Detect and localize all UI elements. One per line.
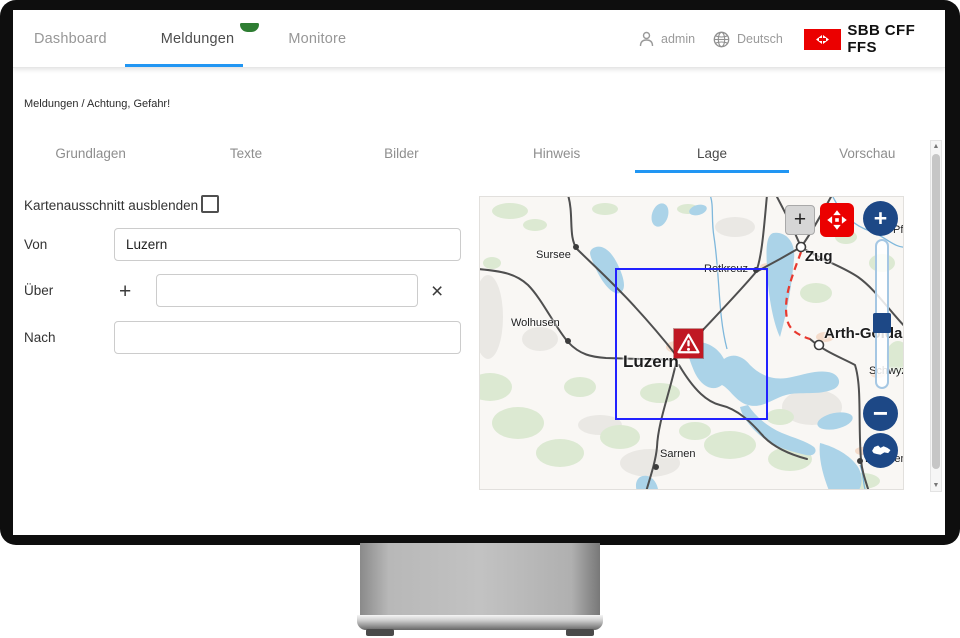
map-town-dot	[573, 244, 579, 250]
tab-bar: GrundlagenTexteBilderHinweisLageVorschau	[13, 140, 945, 169]
home-extent-button[interactable]	[863, 433, 898, 468]
map-town-dot	[653, 464, 659, 470]
tab-texte[interactable]: Texte	[168, 140, 323, 169]
map[interactable]: SurseeWolhusenRotkreuzZugArth-GoldauLuze…	[479, 196, 904, 490]
notification-badge	[240, 23, 259, 32]
monitor-stand	[360, 543, 600, 617]
map-label-sursee: Sursee	[536, 249, 571, 261]
nav-items: Dashboard Meldungen Monitore	[34, 10, 346, 68]
zoom-slider-thumb[interactable]	[873, 313, 891, 333]
tab-hinweis[interactable]: Hinweis	[479, 140, 634, 169]
ueber-label: Über	[24, 283, 53, 298]
von-label: Von	[24, 237, 47, 252]
map-label-zug: Zug	[805, 248, 833, 265]
pan-tool-button[interactable]	[820, 203, 854, 237]
scrollbar-thumb[interactable]	[932, 154, 940, 469]
language-menu[interactable]: Deutsch	[713, 10, 783, 68]
tab-bilder[interactable]: Bilder	[324, 140, 479, 169]
person-icon	[639, 31, 654, 47]
zoom-out-button[interactable]: −	[863, 396, 898, 431]
globe-icon	[713, 31, 730, 48]
map-label-sarnen: Sarnen	[660, 448, 695, 460]
monitor-stand-base	[357, 615, 603, 630]
screen: Dashboard Meldungen Monitore admin Deutsch	[13, 10, 945, 535]
sbb-logo-icon	[804, 29, 841, 50]
tab-vorschau[interactable]: Vorschau	[790, 140, 945, 169]
brand-text: SBB CFF FFS	[847, 22, 945, 56]
monitor-bezel: Dashboard Meldungen Monitore admin Deutsch	[0, 0, 960, 545]
box-zoom-button[interactable]: +	[785, 205, 815, 235]
scrollbar-up-icon[interactable]: ▲	[931, 141, 941, 152]
move-arrows-icon	[825, 208, 849, 232]
map-town-dot	[857, 458, 863, 464]
user-menu[interactable]: admin	[639, 10, 695, 68]
nav-item-meldungen[interactable]: Meldungen	[161, 31, 235, 47]
nav-item-monitore[interactable]: Monitore	[288, 31, 346, 47]
add-via-button[interactable]: +	[119, 281, 131, 302]
breadcrumb: Meldungen / Achtung, Gefahr!	[24, 98, 170, 110]
map-label-wolhusen: Wolhusen	[511, 317, 560, 329]
scrollbar-down-icon[interactable]: ▼	[931, 480, 941, 491]
hide-map-label: Kartenausschnitt ausblenden	[24, 198, 198, 213]
map-town-dot	[565, 338, 571, 344]
monitor-foot	[566, 629, 594, 636]
monitor-foot	[366, 629, 394, 636]
ueber-input[interactable]	[156, 274, 418, 307]
active-nav-underline	[125, 64, 243, 67]
switzerland-icon	[869, 443, 892, 458]
nav-item-dashboard[interactable]: Dashboard	[34, 31, 107, 47]
zoom-in-button[interactable]: +	[863, 201, 898, 236]
nach-label: Nach	[24, 330, 56, 345]
von-input[interactable]	[114, 228, 461, 261]
page-scrollbar[interactable]: ▲ ▼	[930, 140, 942, 492]
map-label-arth-goldau: Arth-Goldau	[824, 325, 904, 342]
clear-via-button[interactable]: ×	[431, 281, 443, 302]
language-label: Deutsch	[737, 32, 783, 46]
warning-marker-icon[interactable]	[674, 329, 703, 358]
hide-map-checkbox[interactable]	[201, 195, 219, 213]
tab-lage[interactable]: Lage	[634, 140, 789, 169]
brand: SBB CFF FFS	[804, 10, 945, 68]
user-label: admin	[661, 32, 695, 46]
tab-grundlagen[interactable]: Grundlagen	[13, 140, 168, 169]
top-navbar: Dashboard Meldungen Monitore admin Deutsch	[13, 10, 945, 68]
nach-input[interactable]	[114, 321, 461, 354]
